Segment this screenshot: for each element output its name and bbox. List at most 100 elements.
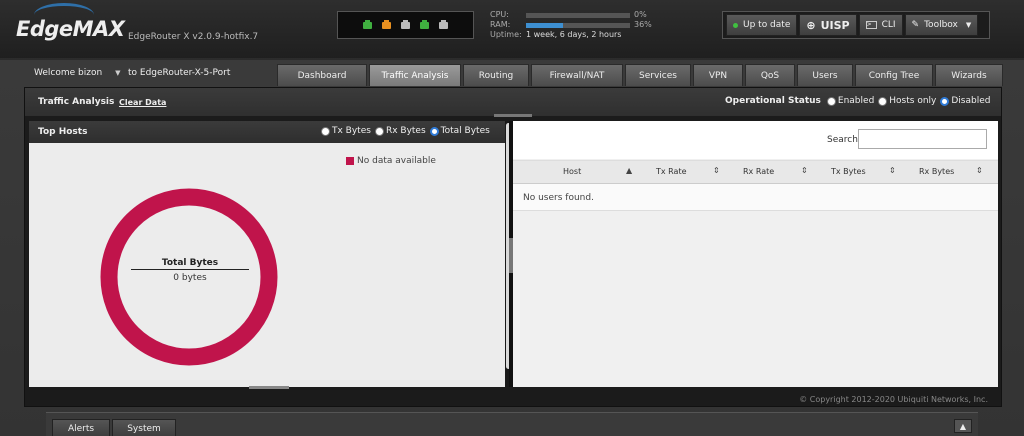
bottom-panel-bar: Alerts System ▲ — [46, 412, 978, 436]
tab-traffic-analysis[interactable]: Traffic Analysis — [369, 64, 461, 86]
column-header-rx-rate[interactable]: Rx Rate — [743, 167, 774, 176]
empty-row: No users found. — [513, 184, 998, 211]
radio-label: Total Bytes — [440, 126, 490, 136]
search-input[interactable] — [858, 129, 987, 149]
tab-dashboard[interactable]: Dashboard — [277, 64, 367, 86]
cli-label: CLI — [881, 20, 896, 30]
wrench-icon: ✎ — [911, 20, 920, 30]
column-header-tx-bytes[interactable]: Tx Bytes — [831, 167, 866, 176]
radio-label: Disabled — [951, 96, 991, 106]
sort-icon[interactable]: ⇕ — [801, 166, 808, 175]
search-label: Search — [827, 135, 858, 145]
radio-button[interactable] — [374, 126, 384, 136]
op-status-option-hosts-only[interactable]: Hosts only — [878, 96, 936, 106]
traffic-analysis-panel: Traffic Analysis Clear Data Operational … — [24, 87, 1002, 407]
tab-qos[interactable]: QoS — [745, 64, 795, 86]
resize-handle[interactable] — [494, 114, 532, 117]
uptime-value: 1 week, 6 days, 2 hours — [526, 30, 622, 39]
ram-percent: 36% — [634, 20, 652, 29]
copyright: © Copyright 2012-2020 Ubiquiti Networks,… — [799, 395, 988, 404]
column-header-rx-bytes[interactable]: Rx Bytes — [919, 167, 954, 176]
empty-message: No users found. — [523, 193, 594, 203]
op-status-label: Operational Status — [725, 96, 821, 106]
op-status-option-enabled[interactable]: Enabled — [826, 96, 874, 106]
tab-wizards[interactable]: Wizards — [935, 64, 1003, 86]
tab-services[interactable]: Services — [625, 64, 691, 86]
welcome-user-menu[interactable]: Welcome bizon ▼ — [34, 68, 120, 78]
port-icon[interactable] — [439, 19, 448, 29]
hosts-table-panel: Search Host ▲ Tx Rate ⇕ Rx Rate ⇕ Tx Byt… — [513, 121, 998, 387]
table-toolbar: Search — [513, 121, 998, 159]
top-hosts-header: Top Hosts Tx Bytes Rx Bytes Total Bytes — [29, 121, 509, 143]
toolbox-label: Toolbox — [924, 20, 958, 30]
radio-button[interactable] — [940, 96, 950, 106]
main-tabs: Dashboard Traffic Analysis Routing Firewall… — [277, 64, 1003, 86]
header-toolbar: Up to date ⊕ UISP > CLI ✎ Toolbox ▼ — [722, 11, 990, 39]
donut-chart — [100, 188, 278, 366]
chevron-down-icon: ▼ — [115, 69, 121, 77]
metric-selector: Tx Bytes Rx Bytes Total Bytes — [321, 126, 494, 136]
top-header: EdgeMAX EdgeRouter X v2.0.9-hotfix.7 CPU… — [0, 0, 1024, 58]
sort-icon[interactable]: ⇕ — [889, 166, 896, 175]
sort-asc-icon[interactable]: ▲ — [626, 166, 632, 175]
tab-alerts[interactable]: Alerts — [52, 419, 110, 436]
tab-users[interactable]: Users — [797, 64, 853, 86]
tab-vpn[interactable]: VPN — [693, 64, 743, 86]
panel-header: Traffic Analysis Clear Data Operational … — [25, 88, 1001, 116]
tab-firewall-nat[interactable]: Firewall/NAT — [531, 64, 623, 86]
metric-option-rx-bytes[interactable]: Rx Bytes — [374, 126, 426, 136]
ram-bar — [526, 22, 630, 28]
port-icon[interactable] — [401, 19, 410, 29]
chevron-up-icon[interactable]: ▲ — [954, 419, 972, 433]
port-icon[interactable] — [420, 19, 429, 29]
column-header-host[interactable]: Host — [563, 167, 581, 176]
device-name: to EdgeRouter-X-5-Port — [128, 68, 231, 78]
clear-data-link[interactable]: Clear Data — [119, 98, 166, 107]
uisp-icon: ⊕ — [806, 18, 816, 32]
brand-logo: EdgeMAX — [16, 17, 125, 41]
metric-option-total-bytes[interactable]: Total Bytes — [429, 126, 490, 136]
system-stats: CPU: 0% RAM: 36% Uptime: 1 week, 6 days,… — [490, 10, 658, 40]
cpu-percent: 0% — [634, 10, 647, 19]
chevron-down-icon: ▼ — [965, 21, 972, 29]
radio-button[interactable] — [429, 126, 439, 136]
welcome-text: Welcome bizon — [34, 68, 103, 78]
up-to-date-button[interactable]: Up to date — [726, 14, 798, 36]
radio-label: Tx Bytes — [332, 126, 371, 136]
radio-button[interactable] — [321, 126, 330, 136]
sort-icon[interactable]: ⇕ — [713, 166, 720, 175]
cpu-label: CPU: — [490, 10, 509, 19]
port-status — [337, 11, 474, 39]
ram-label: RAM: — [490, 20, 511, 29]
cpu-bar — [526, 12, 630, 18]
ram-bar-fill — [526, 22, 564, 28]
op-status-option-disabled[interactable]: Disabled — [940, 96, 990, 106]
top-hosts-panel: Top Hosts Tx Bytes Rx Bytes Total Bytes No… — [29, 121, 513, 387]
uisp-button[interactable]: ⊕ UISP — [799, 14, 857, 36]
up-to-date-label: Up to date — [743, 20, 791, 30]
terminal-icon: > — [865, 21, 877, 29]
top-hosts-title: Top Hosts — [38, 127, 88, 137]
sort-icon[interactable]: ⇕ — [976, 166, 983, 175]
donut-center-value: 0 bytes — [173, 273, 207, 283]
bottom-resize-handle[interactable] — [249, 386, 289, 389]
radio-label: Hosts only — [889, 96, 937, 106]
column-header-tx-rate[interactable]: Tx Rate — [656, 167, 687, 176]
tab-routing[interactable]: Routing — [463, 64, 529, 86]
panel-title: Traffic Analysis — [38, 97, 115, 107]
radio-button[interactable] — [826, 96, 836, 106]
status-dot-icon — [733, 22, 738, 28]
metric-option-tx-bytes[interactable]: Tx Bytes — [321, 126, 371, 136]
donut-center-title: Total Bytes — [131, 258, 249, 270]
toolbox-button[interactable]: ✎ Toolbox ▼ — [904, 14, 979, 36]
port-icon[interactable] — [363, 19, 372, 29]
tab-config-tree[interactable]: Config Tree — [855, 64, 933, 86]
device-version: EdgeRouter X v2.0.9-hotfix.7 — [128, 32, 259, 42]
port-icon[interactable] — [382, 19, 391, 29]
radio-label: Rx Bytes — [385, 126, 426, 136]
radio-button[interactable] — [878, 96, 888, 106]
cli-button[interactable]: > CLI — [858, 14, 903, 36]
uisp-label: UISP — [820, 18, 850, 32]
tab-system[interactable]: System — [112, 419, 176, 436]
operational-status: Operational Status Enabled Hosts only Disa… — [725, 96, 994, 106]
